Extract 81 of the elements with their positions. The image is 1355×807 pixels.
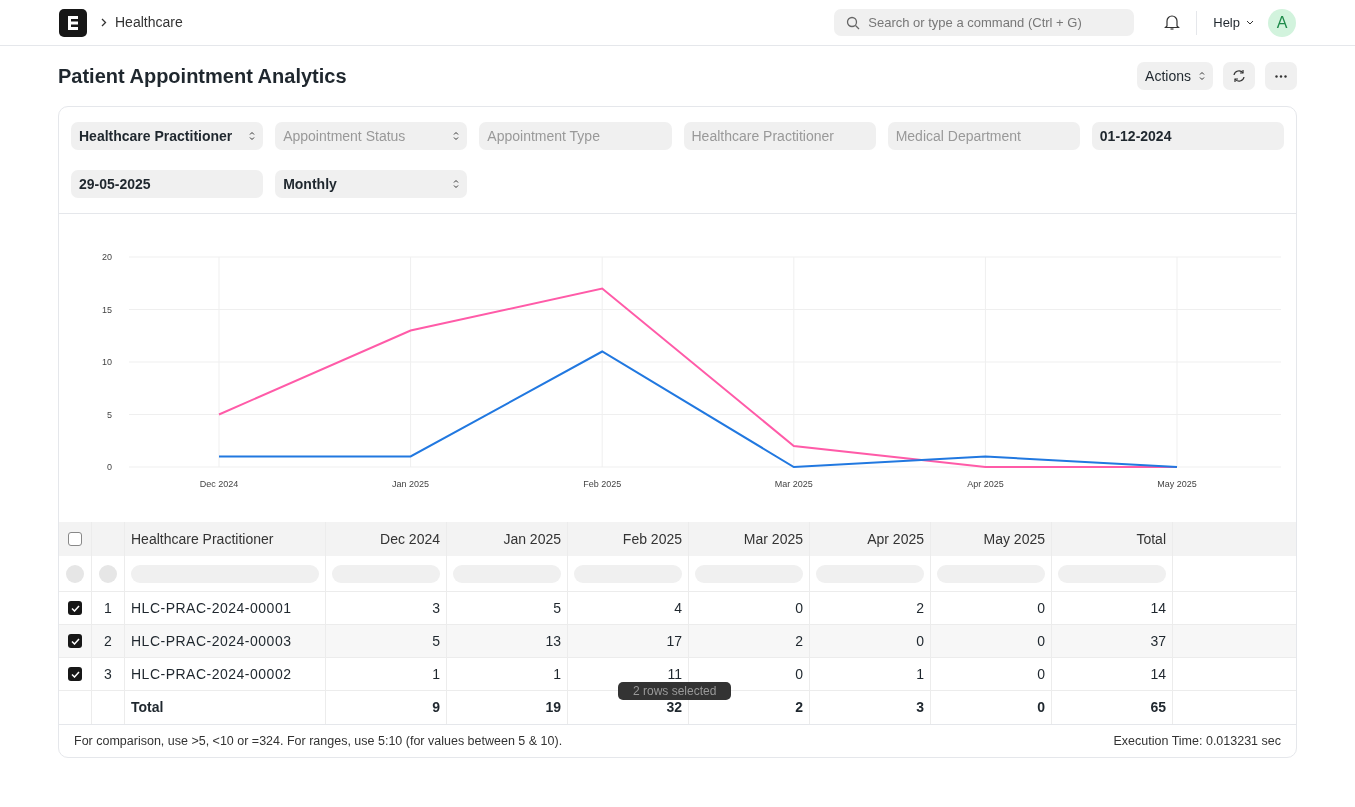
table-cell: 17 xyxy=(568,625,689,657)
caret-icon xyxy=(249,131,256,141)
table-cell: 14 xyxy=(1052,592,1173,624)
table-cell: 1 xyxy=(447,658,568,690)
table-cell: HLC-PRAC-2024-00003 xyxy=(125,625,326,657)
row-number: 3 xyxy=(92,658,125,690)
select-field[interactable]: Monthly xyxy=(275,170,468,198)
filter-input[interactable] xyxy=(99,564,117,583)
y-axis-label: 20 xyxy=(102,252,112,262)
execution-time: Execution Time: 0.013231 sec xyxy=(1113,732,1281,750)
checkbox[interactable] xyxy=(68,634,82,648)
table-cell: 2 xyxy=(810,592,931,624)
table-cell: 5 xyxy=(326,625,447,657)
input-field[interactable]: 29-05-2025 xyxy=(71,170,264,198)
total-cell: 65 xyxy=(1052,691,1173,724)
row-number: 2 xyxy=(92,625,125,657)
x-axis-label: Apr 2025 xyxy=(967,479,1004,489)
y-axis-label: 5 xyxy=(107,409,112,420)
caret-icon xyxy=(1246,20,1254,25)
x-axis-label: Mar 2025 xyxy=(774,479,813,489)
select-field[interactable]: Healthcare Practitioner xyxy=(71,122,264,150)
table-cell: 14 xyxy=(1052,658,1173,690)
row-number: 1 xyxy=(92,592,125,624)
checkbox[interactable] xyxy=(68,532,82,546)
y-axis-label: 0 xyxy=(107,462,112,472)
x-axis-label: May 2025 xyxy=(1157,479,1197,489)
breadcrumb-link[interactable]: Healthcare xyxy=(115,12,183,33)
total-cell: 3 xyxy=(810,691,931,724)
table-cell: 4 xyxy=(568,592,689,624)
x-axis-label: Dec 2024 xyxy=(199,479,239,489)
total-cell: 9 xyxy=(326,691,447,724)
column-header[interactable]: Total xyxy=(1052,522,1173,556)
user-avatar[interactable]: A xyxy=(1268,8,1296,37)
table-cell: 0 xyxy=(810,625,931,657)
table-cell: HLC-PRAC-2024-00001 xyxy=(125,592,326,624)
column-header[interactable]: May 2025 xyxy=(931,522,1052,556)
refresh-icon xyxy=(1232,69,1246,83)
page-title: Patient Appointment Analytics xyxy=(58,64,348,89)
column-header[interactable]: Mar 2025 xyxy=(689,522,810,556)
total-cell: 19 xyxy=(447,691,568,724)
filter-input[interactable] xyxy=(66,564,84,583)
table-cell: 0 xyxy=(931,592,1052,624)
caret-icon xyxy=(1199,71,1205,81)
table-cell: 37 xyxy=(1052,625,1173,657)
caret-icon xyxy=(453,179,460,189)
y-axis-label: 15 xyxy=(102,304,112,315)
checkbox[interactable] xyxy=(68,601,82,615)
table-cell: 1 xyxy=(326,658,447,690)
more-icon xyxy=(1275,74,1287,78)
x-axis-label: Feb 2025 xyxy=(583,479,622,489)
table-cell: 5 xyxy=(447,592,568,624)
bell-icon[interactable] xyxy=(1164,14,1181,31)
table-cell: 0 xyxy=(931,625,1052,657)
table-cell: 1 xyxy=(810,658,931,690)
refresh-button[interactable] xyxy=(1223,62,1255,90)
column-header[interactable]: Healthcare Practitioner xyxy=(125,522,326,556)
x-axis-label: Jan 2025 xyxy=(392,479,430,489)
caret-icon xyxy=(453,131,460,141)
column-header[interactable]: Jan 2025 xyxy=(447,522,568,556)
help-menu[interactable]: Help xyxy=(1213,12,1254,33)
filter-hint: For comparison, use >5, <10 or =324. For ranges, use 5:10 (for values between 5 & 10). xyxy=(74,732,563,750)
more-button[interactable] xyxy=(1265,62,1297,90)
search-icon xyxy=(846,16,861,30)
input-field[interactable]: 01-12-2024 xyxy=(1091,122,1284,150)
search-field[interactable]: Search or type a command (Ctrl + G) xyxy=(834,9,1135,36)
app-logo[interactable] xyxy=(59,8,87,37)
table-cell: 0 xyxy=(931,658,1052,690)
chevron-right-icon xyxy=(101,18,107,27)
table-cell: 0 xyxy=(689,592,810,624)
table-cell: 13 xyxy=(447,625,568,657)
column-header[interactable]: Dec 2024 xyxy=(326,522,447,556)
total-cell: 0 xyxy=(931,691,1052,724)
checkbox[interactable] xyxy=(68,667,82,681)
column-header[interactable]: Feb 2025 xyxy=(568,522,689,556)
table-cell: 2 xyxy=(689,625,810,657)
column-header[interactable]: Apr 2025 xyxy=(810,522,931,556)
y-axis-label: 10 xyxy=(102,357,112,367)
table-cell: 3 xyxy=(326,592,447,624)
actions-dropdown[interactable]: Actions xyxy=(1137,62,1213,90)
table-cell: HLC-PRAC-2024-00002 xyxy=(125,658,326,690)
total-cell: Total xyxy=(125,691,326,724)
